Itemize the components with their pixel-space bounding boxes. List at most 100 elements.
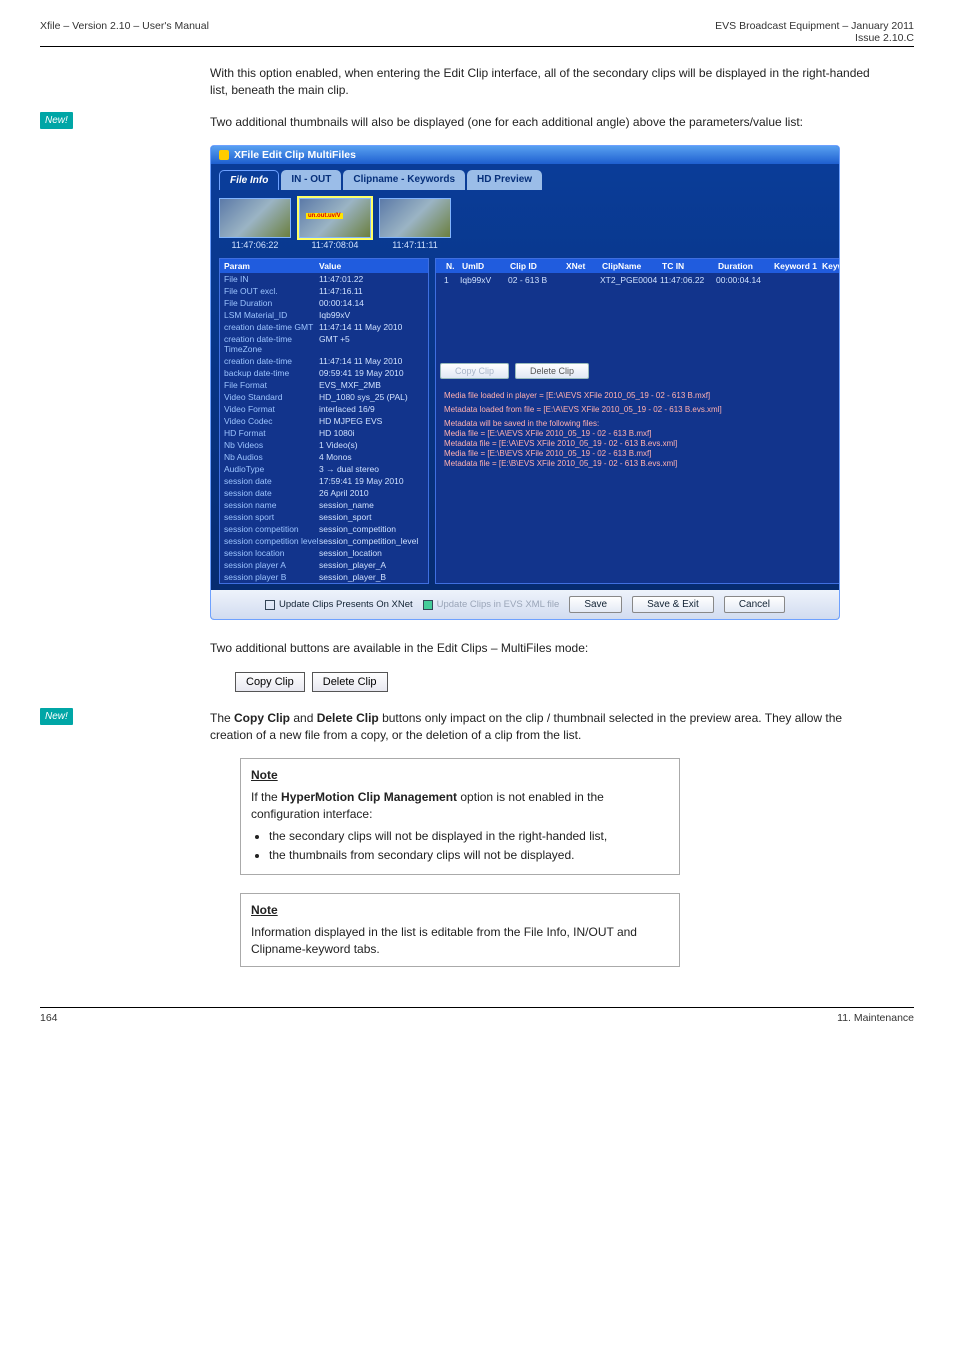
thumb-tc-2: 11:47:08:04 (299, 240, 371, 250)
delete-clip-button[interactable]: Delete Clip (515, 363, 589, 379)
intro-p1: With this option enabled, when entering … (210, 65, 884, 100)
param-value: HD_1080 sys_25 (PAL) (319, 392, 408, 402)
ftr-right: 11. Maintenance (837, 1012, 914, 1024)
note-2-body: Information displayed in the list is edi… (251, 924, 669, 959)
param-key: File Format (224, 380, 319, 390)
param-row: File Duration00:00:14.14 (220, 297, 428, 309)
save-button[interactable]: Save (569, 596, 622, 613)
note-1-li2: the thumbnails from secondary clips will… (269, 847, 669, 864)
cell-xnet (558, 275, 594, 285)
param-value: session_sport (319, 512, 371, 522)
param-key: File Duration (224, 298, 319, 308)
param-key: session sport (224, 512, 319, 522)
param-value: interlaced 16/9 (319, 404, 375, 414)
param-row: Nb Audios4 Monos (220, 451, 428, 463)
param-key: HD Format (224, 428, 319, 438)
tab-in-out[interactable]: IN - OUT (281, 170, 341, 190)
note-1-li1: the secondary clips will not be displaye… (269, 828, 669, 845)
cell-umid: Iqb99xV (454, 275, 502, 285)
param-value: 11:47:01.22 (319, 274, 363, 284)
window-title: XFile Edit Clip MultiFiles (234, 149, 356, 161)
col-tcin: TC IN (656, 261, 712, 271)
param-key: Video Codec (224, 416, 319, 426)
header-rule (40, 46, 914, 47)
param-key: session player B (224, 572, 319, 582)
cell-dur: 00:00:04.14 (710, 275, 766, 285)
log-l2: Metadata loaded from file = [E:\A\EVS XF… (444, 405, 840, 415)
new-badge-1: New! (40, 112, 73, 129)
note-1-box: Note If the HyperMotion Clip Management … (240, 758, 680, 875)
thumb-1[interactable]: 11:47:06:22 (219, 198, 291, 250)
hdr-left: Xfile – Version 2.10 – User's Manual (40, 20, 209, 44)
param-value: HD 1080i (319, 428, 354, 438)
tab-file-info[interactable]: File Info (219, 170, 279, 190)
note-2-box: Note Information displayed in the list i… (240, 893, 680, 967)
param-value: 11:47:14 11 May 2010 (319, 322, 402, 332)
save-exit-button[interactable]: Save & Exit (632, 596, 714, 613)
titlebar: XFile Edit Clip MultiFiles (211, 146, 839, 164)
col-clipid: Clip ID (504, 261, 560, 271)
param-row: Video Formatinterlaced 16/9 (220, 403, 428, 415)
thumb-img-3 (379, 198, 451, 238)
cell-n: 1 (438, 275, 454, 285)
param-key: backup date-time (224, 368, 319, 378)
thumb-img-1 (219, 198, 291, 238)
clip-grid-pane: N. UmID Clip ID XNet ClipName TC IN Dura… (435, 258, 840, 584)
log-l1: Media file loaded in player = [E:\A\EVS … (444, 391, 840, 401)
log-l4: Media file = [E:\A\EVS XFile 2010_05_19 … (444, 429, 840, 439)
param-row: Video StandardHD_1080 sys_25 (PAL) (220, 391, 428, 403)
param-key: session competition (224, 524, 319, 534)
delete-clip-img: Delete Clip (312, 672, 388, 692)
thumb-tc-3: 11:47:11:11 (379, 240, 451, 250)
param-row: creation date-time11:47:14 11 May 2010 (220, 355, 428, 367)
param-row: session competition levelsession_competi… (220, 535, 428, 547)
log-l7: Metadata file = [E:\B\EVS XFile 2010_05_… (444, 459, 840, 469)
tabs-row: File Info IN - OUT Clipname - Keywords H… (211, 164, 839, 190)
param-value: session_name (319, 500, 374, 510)
param-value: 3 → dual stereo (319, 464, 379, 474)
thumb-2[interactable]: un.out.uv/V 11:47:08:04 (299, 198, 371, 250)
param-row: creation date-time TimeZoneGMT +5 (220, 333, 428, 355)
param-key: File IN (224, 274, 319, 284)
param-key: session name (224, 500, 319, 510)
thumb-ovl-2: un.out.uv/V (306, 213, 343, 219)
note-1-title: Note (251, 767, 669, 784)
col-dur: Duration (712, 261, 768, 271)
thumb-3[interactable]: 11:47:11:11 (379, 198, 451, 250)
cancel-button[interactable]: Cancel (724, 596, 785, 613)
grid-row[interactable]: 1 Iqb99xV 02 - 613 B XT2_PGE0004 11:47:0… (436, 273, 840, 287)
chk-update-xnet[interactable]: Update Clips Presents On XNet (265, 599, 413, 610)
hdr-right: EVS Broadcast Equipment – January 2011 (715, 20, 914, 32)
param-value: 4 Monos (319, 452, 352, 462)
param-value: session_player_B (319, 572, 386, 582)
param-row: session locationsession_location (220, 547, 428, 559)
param-key: creation date-time (224, 356, 319, 366)
col-umid: UmID (456, 261, 504, 271)
page-header: Xfile – Version 2.10 – User's Manual EVS… (40, 20, 914, 44)
note-1: Note If the HyperMotion Clip Management … (230, 758, 864, 875)
param-list: File IN11:47:01.22File OUT excl.11:47:16… (220, 273, 428, 583)
cell-clipid: 02 - 613 B (502, 275, 558, 285)
param-value: HD MJPEG EVS (319, 416, 382, 426)
param-value: 11:47:16.11 (319, 286, 363, 296)
col-k2: Keyword 2 (816, 261, 840, 271)
thumb-img-2: un.out.uv/V (299, 198, 371, 238)
param-row: File FormatEVS_MXF_2MB (220, 379, 428, 391)
note-2: Note Information displayed in the list i… (230, 893, 864, 967)
para2: Two additional buttons are available in … (210, 640, 884, 657)
copy-clip-button[interactable]: Copy Clip (440, 363, 509, 379)
new-badge-2: New! (40, 708, 73, 725)
param-key: LSM Material_ID (224, 310, 319, 320)
chk-update-xml[interactable]: Update Clips in EVS XML file (423, 599, 560, 610)
param-value: session_competition_level (319, 536, 418, 546)
param-row: session player Asession_player_A (220, 559, 428, 571)
tab-clipname[interactable]: Clipname - Keywords (343, 170, 465, 190)
bottom-bar: Update Clips Presents On XNet Update Cli… (211, 590, 839, 619)
grid-header: N. UmID Clip ID XNet ClipName TC IN Dura… (436, 259, 840, 273)
param-col-value: Value (319, 261, 341, 271)
param-col-param: Param (224, 261, 319, 271)
note-1-body: If the HyperMotion Clip Management optio… (251, 789, 669, 824)
tab-hd-preview[interactable]: HD Preview (467, 170, 542, 190)
col-k1: Keyword 1 (768, 261, 816, 271)
cell-clipname: XT2_PGE0004 (594, 275, 654, 285)
